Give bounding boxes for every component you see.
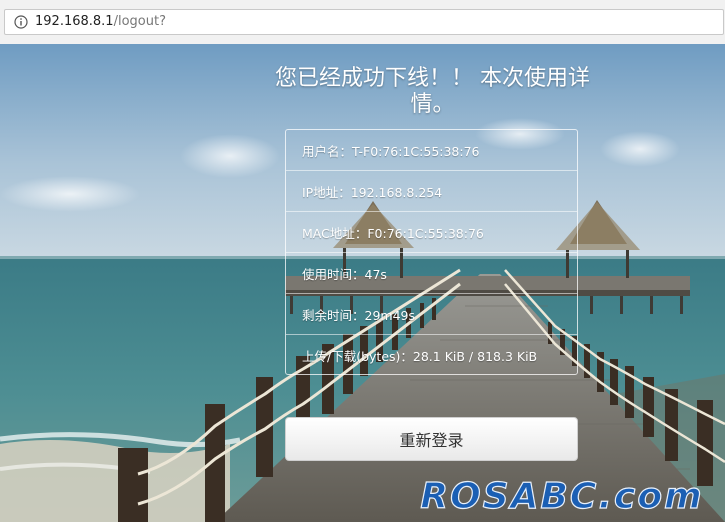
info-icon[interactable]	[14, 15, 28, 29]
page-title: 您已经成功下线！！ 本次使用详情。	[275, 66, 590, 117]
url-path: /logout?	[113, 14, 166, 29]
browser-window: 192.168.8.1/logout? 您已经成功下线！！ 本次使用详情。 用户…	[0, 0, 725, 522]
session-details-panel: 用户名：T-F0:76:1C:55:38:76 IP地址：192.168.8.2…	[285, 129, 578, 375]
svg-text:ROSABC.com: ROSABC.com	[420, 476, 703, 517]
address-bar: 192.168.8.1/logout?	[0, 0, 725, 45]
url-text: 192.168.8.1/logout?	[35, 14, 166, 30]
detail-uptime: 使用时间：47s	[286, 253, 577, 294]
detail-ip-address: IP地址：192.168.8.254	[286, 171, 577, 212]
relogin-button[interactable]: 重新登录	[285, 417, 578, 461]
detail-username: 用户名：T-F0:76:1C:55:38:76	[286, 130, 577, 171]
detail-remaining-time: 剩余时间：29m49s	[286, 294, 577, 335]
url-field[interactable]: 192.168.8.1/logout?	[4, 9, 724, 35]
detail-mac-address: MAC地址：F0:76:1C:55:38:76	[286, 212, 577, 253]
watermark-logo: ROSABC.com	[420, 475, 703, 517]
url-host: 192.168.8.1	[35, 14, 114, 29]
detail-upload-download: 上传/下载(bytes)：28.1 KiB / 818.3 KiB	[302, 349, 538, 364]
